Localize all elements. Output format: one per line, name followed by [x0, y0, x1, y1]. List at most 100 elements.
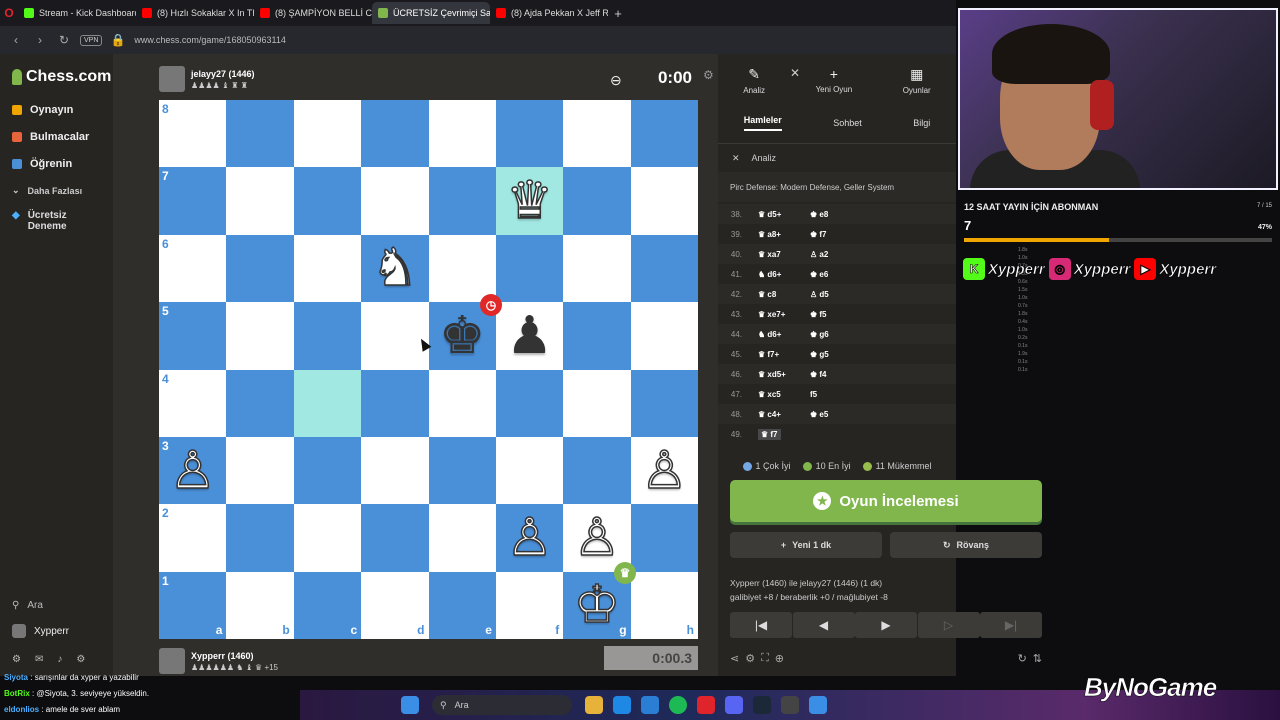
square-e2[interactable] — [428, 504, 496, 572]
browser-tab[interactable]: (8) ŞAMPİYON BELLİ C — [254, 2, 372, 24]
play-button[interactable]: ▶ — [855, 612, 917, 638]
chat-username[interactable]: Siyota — [4, 673, 28, 682]
store-icon[interactable] — [641, 696, 659, 714]
square-h4[interactable] — [630, 369, 698, 437]
gear-icon[interactable]: ⚙ — [76, 654, 85, 665]
piece-a3[interactable]: ♙ — [159, 437, 226, 504]
reload-icon[interactable]: ↻ — [56, 33, 72, 47]
square-f6[interactable] — [495, 234, 564, 303]
browser-tab[interactable]: ÜCRETSİZ Çevrimiçi Satra — [372, 2, 490, 24]
square-c8[interactable] — [293, 100, 362, 168]
close-icon[interactable]: ✕ — [790, 66, 800, 80]
share-icon[interactable]: ⋖ — [730, 652, 739, 665]
black-move[interactable]: ♚ e6 — [800, 270, 858, 279]
taskbar-search[interactable]: ⚲ Ara — [432, 695, 572, 715]
white-move[interactable]: ♛ xa7 — [742, 250, 800, 259]
square-b1[interactable]: b — [226, 571, 294, 639]
close-icon[interactable]: ✕ — [732, 153, 740, 164]
obs-icon[interactable] — [781, 696, 799, 714]
next-move-button[interactable]: ▷ — [917, 612, 980, 638]
square-g7[interactable] — [563, 167, 631, 235]
settings-icon[interactable]: ⚙ — [745, 652, 755, 665]
square-d2[interactable] — [361, 504, 429, 572]
chat-username[interactable]: eldonlios — [4, 705, 39, 714]
white-move[interactable]: ♛ f7 — [742, 428, 800, 440]
opponent-avatar[interactable] — [159, 66, 185, 92]
square-b8[interactable] — [226, 100, 294, 168]
square-f8[interactable] — [495, 100, 564, 168]
square-g4[interactable] — [563, 369, 631, 437]
sidebar-user[interactable]: Xypperr — [0, 624, 113, 638]
game-review-button[interactable]: ★ Oyun İncelemesi — [730, 480, 1042, 522]
browser-tab[interactable]: (8) Hızlı Sokaklar X In The — [136, 2, 254, 24]
square-a3[interactable]: 3 ♙ — [159, 436, 227, 505]
fullscreen-icon[interactable]: ⛶ — [761, 652, 769, 665]
square-a7[interactable]: 7 — [159, 167, 227, 235]
piece-f5[interactable]: ♟ — [496, 302, 563, 369]
url-field[interactable]: www.chess.com/game/168050963114 — [134, 35, 285, 45]
square-g8[interactable] — [563, 100, 631, 168]
black-move[interactable]: ♚ f7 — [800, 230, 858, 239]
piece-f7[interactable]: ♛ — [496, 167, 563, 234]
first-move-button[interactable]: |◀ — [730, 612, 792, 638]
piece-g2[interactable]: ♙ — [563, 504, 630, 571]
square-d6[interactable]: ♞ — [361, 234, 429, 303]
square-d4[interactable] — [361, 369, 429, 437]
reload-icon[interactable]: ↻ — [1018, 652, 1027, 665]
panel-tab-1[interactable]: + Yeni Oyun — [816, 66, 853, 102]
discord-icon[interactable] — [725, 696, 743, 714]
player-name[interactable]: Xypperr (1460) — [191, 651, 278, 661]
vpn-badge[interactable]: VPN — [80, 34, 103, 46]
square-e1[interactable]: e — [428, 571, 496, 639]
square-f4[interactable] — [495, 369, 564, 437]
white-move[interactable]: ♛ a8+ — [742, 230, 800, 239]
square-b2[interactable] — [226, 504, 294, 572]
square-h5[interactable] — [630, 302, 698, 370]
white-move[interactable]: ♛ xe7+ — [742, 310, 800, 319]
browser-tab[interactable]: (8) Ajda Pekkan X Jeff Red — [490, 2, 608, 24]
settings-icon[interactable]: ⚙ — [703, 68, 714, 82]
zoom-icon[interactable]: ⊕ — [775, 652, 784, 665]
square-f3[interactable] — [495, 436, 564, 505]
file-explorer-icon[interactable] — [585, 696, 603, 714]
square-c5[interactable] — [293, 302, 362, 370]
square-e8[interactable] — [428, 100, 496, 168]
square-e3[interactable] — [428, 436, 496, 505]
browser-tab[interactable]: Stream - Kick Dashboard — [18, 2, 136, 24]
square-h8[interactable] — [630, 100, 698, 168]
square-d5[interactable] — [361, 302, 429, 370]
chess-logo[interactable]: Chess.com — [0, 54, 113, 86]
square-c1[interactable]: c — [293, 571, 362, 639]
white-move[interactable]: ♛ c4+ — [742, 410, 800, 419]
last-move-button[interactable]: ▶| — [980, 612, 1042, 638]
piece-f2[interactable]: ♙ — [496, 504, 563, 571]
square-c3[interactable] — [293, 436, 362, 505]
square-h2[interactable] — [630, 504, 698, 572]
rematch-button[interactable]: ↻ Rövanş — [890, 532, 1042, 558]
back-icon[interactable]: ‹ — [8, 33, 24, 47]
square-c7[interactable] — [293, 167, 362, 235]
square-b7[interactable] — [226, 167, 294, 235]
white-move[interactable]: ♞ d6+ — [742, 270, 800, 279]
sidebar-item-premium[interactable]: ◆ Ücretsiz Deneme — [0, 204, 113, 238]
edge-icon[interactable] — [613, 696, 631, 714]
subtab-2[interactable]: Bilgi — [913, 118, 930, 128]
white-move[interactable]: ♛ f7+ — [742, 350, 800, 359]
mail-icon[interactable]: ✉ — [35, 654, 43, 665]
subtab-0[interactable]: Hamleler — [743, 115, 782, 131]
square-b5[interactable] — [226, 302, 294, 370]
black-move[interactable]: ♚ g5 — [800, 350, 858, 359]
square-b6[interactable] — [226, 234, 294, 303]
square-h1[interactable]: h — [630, 571, 698, 639]
white-move[interactable]: ♛ xd5+ — [742, 370, 800, 379]
square-a6[interactable]: 6 — [159, 234, 227, 303]
chess-board[interactable]: 8 7 ♛ 6 ♞ 5 ♚ ♟ 4 3 ♙ ♙ 2 ♙ ♙ 1 a b c d e f g ♔ h — [159, 100, 698, 639]
settings-icon[interactable]: ⚙ — [12, 654, 21, 665]
white-move[interactable]: ♛ c8 — [742, 290, 800, 299]
black-move[interactable]: ♚ f5 — [800, 310, 858, 319]
black-move[interactable]: ♚ e8 — [800, 210, 858, 219]
square-b3[interactable] — [226, 436, 294, 505]
square-g3[interactable] — [563, 436, 631, 505]
square-h3[interactable]: ♙ — [630, 436, 698, 505]
square-c2[interactable] — [293, 504, 362, 572]
